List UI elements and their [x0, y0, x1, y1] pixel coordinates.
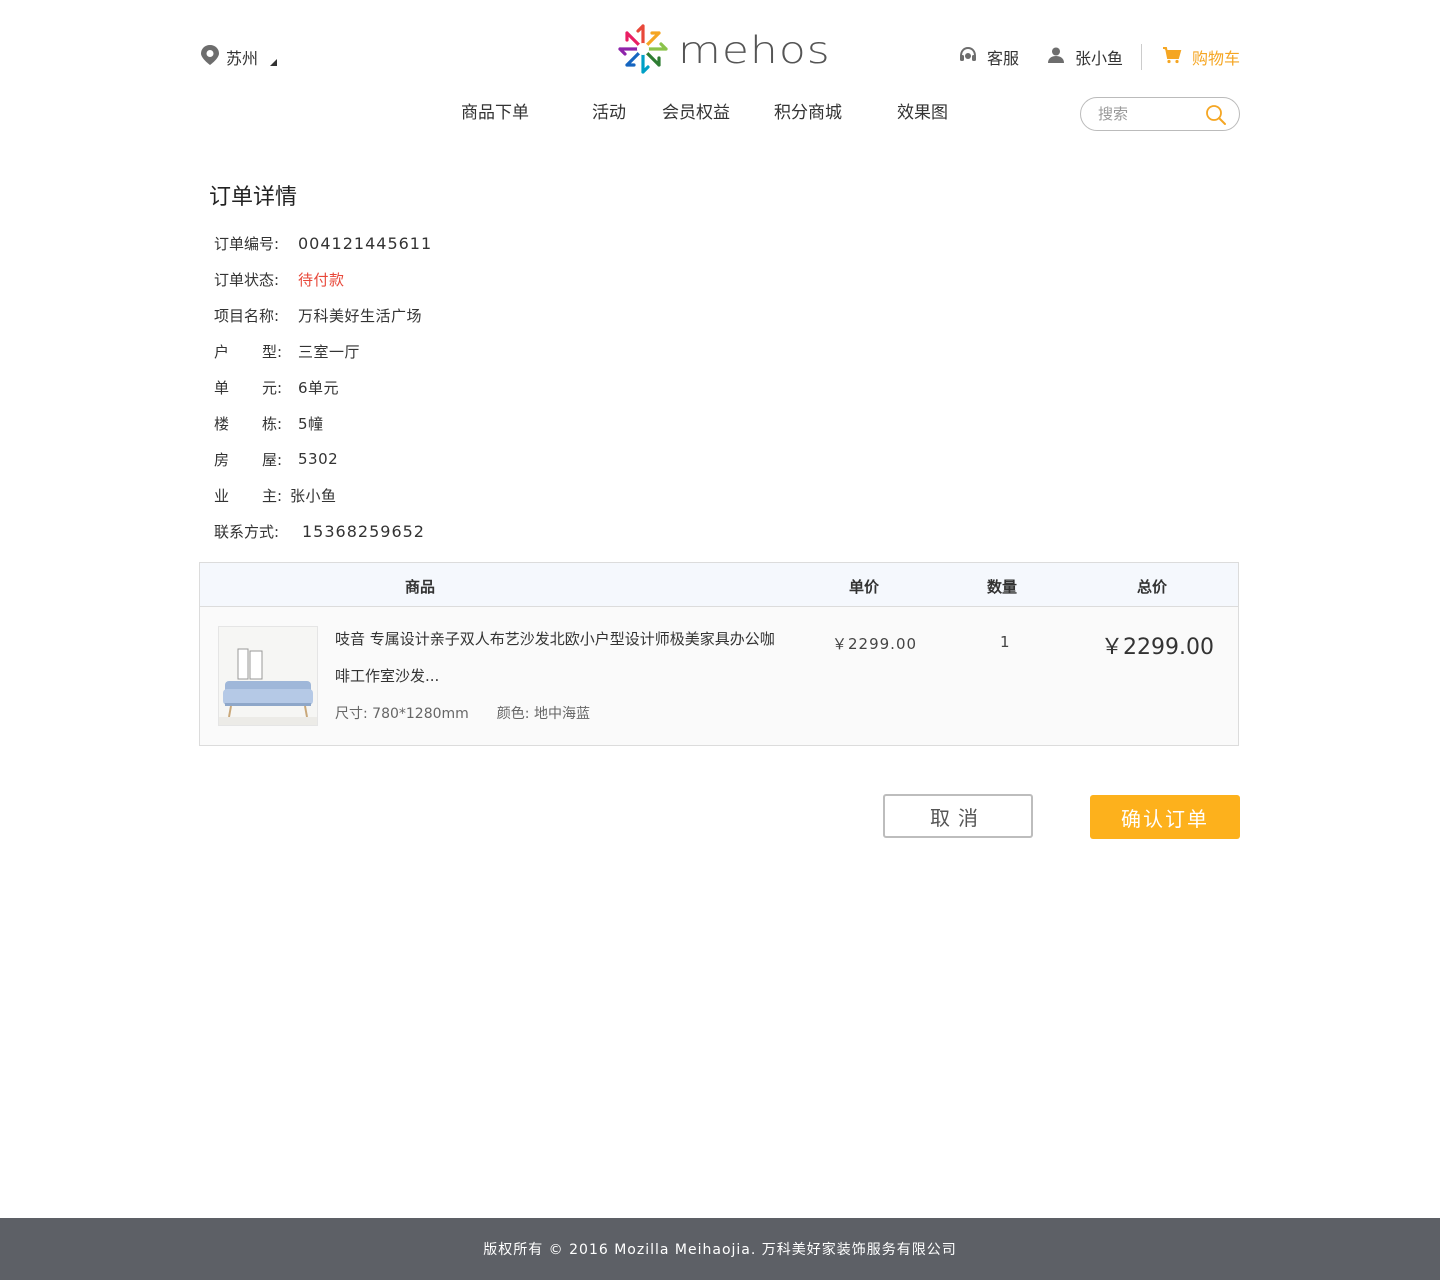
- order-number-value: 004121445611: [298, 233, 433, 253]
- order-status-value: 待付款: [298, 270, 345, 289]
- owner-label: 业主:: [214, 486, 282, 505]
- confirm-order-button[interactable]: 确认订单: [1090, 795, 1240, 839]
- order-status-row: 订单状态: 待付款: [214, 261, 432, 297]
- house-type-value: 三室一厅: [298, 342, 361, 361]
- nav-item-order[interactable]: 商品下单: [461, 98, 529, 123]
- nav-item-renderings[interactable]: 效果图: [897, 98, 948, 123]
- building-value: 5幢: [298, 414, 324, 433]
- cancel-button[interactable]: 取消: [883, 794, 1033, 838]
- caret-down-icon: [270, 58, 278, 66]
- order-detail-page: 苏州 mehos 客服 张小鱼 购物车 商品下单 活动 会员权益 积分商城 效果…: [0, 0, 1440, 1280]
- total-price: ￥2299.00: [1101, 635, 1214, 660]
- location-label: 苏州: [226, 49, 259, 68]
- customer-service-label: 客服: [986, 49, 1019, 68]
- project-name-row: 项目名称: 万科美好生活广场: [214, 297, 432, 333]
- header-product: 商品: [405, 578, 436, 596]
- owner-row: 业主: 张小鱼: [214, 477, 432, 513]
- headset-icon: [959, 46, 977, 68]
- unit-value: 6单元: [298, 378, 340, 397]
- room-label: 房屋:: [214, 450, 282, 469]
- contact-value: 15368259652: [302, 521, 425, 541]
- search-icon[interactable]: [1205, 104, 1227, 130]
- unit-row: 单元: 6单元: [214, 369, 432, 405]
- search-box: [1080, 97, 1240, 131]
- nav-item-points-mall[interactable]: 积分商城: [774, 98, 842, 123]
- user-icon: [1047, 46, 1065, 68]
- project-name-value: 万科美好生活广场: [298, 306, 423, 325]
- product-specs: 尺寸: 780*1280mm 颜色: 地中海蓝: [335, 703, 590, 723]
- shopping-cart-link[interactable]: 购物车: [1162, 45, 1240, 69]
- product-color: 颜色: 地中海蓝: [496, 706, 590, 722]
- top-right-links: 客服 张小鱼 购物车: [959, 44, 1240, 70]
- table-row: 吱音 专属设计亲子双人布艺沙发北欧小户型设计师极美家具办公咖啡工作室沙发... …: [200, 607, 1238, 745]
- contact-row: 联系方式: 15368259652: [214, 513, 432, 549]
- house-type-label: 户型:: [214, 342, 282, 361]
- customer-service-link[interactable]: 客服: [959, 45, 1019, 69]
- house-type-row: 户型: 三室一厅: [214, 333, 432, 369]
- copyright-text: 版权所有 © 2016 Mozilla Meihaojia. 万科美好家装饰服务…: [483, 1242, 957, 1258]
- unit-price: ￥2299.00: [832, 635, 918, 653]
- header-quantity: 数量: [987, 578, 1018, 596]
- quantity: 1: [1000, 633, 1010, 651]
- order-status-label: 订单状态:: [214, 270, 280, 289]
- table-header: 商品 单价 数量 总价: [200, 563, 1238, 607]
- location-pin-icon: [200, 44, 220, 70]
- order-info: 订单编号: 004121445611 订单状态: 待付款 项目名称: 万科美好生…: [214, 225, 432, 549]
- cart-icon: [1162, 46, 1182, 68]
- footer: 版权所有 © 2016 Mozilla Meihaojia. 万科美好家装饰服务…: [0, 1218, 1440, 1280]
- logo-burst-icon: [616, 22, 670, 80]
- building-row: 楼栋: 5幢: [214, 405, 432, 441]
- order-items-table: 商品 单价 数量 总价 吱音 专属设计亲子双人布艺沙发北欧小户型设计师极美家具办…: [199, 562, 1239, 746]
- product-name-link[interactable]: 吱音 专属设计亲子双人布艺沙发北欧小户型设计师极美家具办公咖啡工作室沙发...: [335, 621, 775, 695]
- header-total: 总价: [1137, 578, 1168, 596]
- user-name: 张小鱼: [1074, 49, 1123, 68]
- contact-label: 联系方式:: [214, 522, 280, 541]
- location-selector[interactable]: 苏州: [200, 44, 278, 70]
- logo-wordmark: mehos: [678, 28, 831, 73]
- project-name-label: 项目名称:: [214, 306, 280, 325]
- order-number-row: 订单编号: 004121445611: [214, 225, 432, 261]
- page-title: 订单详情: [209, 185, 298, 210]
- nav-item-member-benefits[interactable]: 会员权益: [662, 98, 730, 123]
- room-value: 5302: [298, 450, 339, 468]
- building-label: 楼栋:: [214, 414, 282, 433]
- search-input[interactable]: [1098, 105, 1198, 123]
- header-unit-price: 单价: [849, 578, 880, 596]
- product-image[interactable]: [218, 626, 318, 726]
- site-logo[interactable]: mehos: [616, 22, 831, 80]
- room-row: 房屋: 5302: [214, 441, 432, 477]
- owner-value: 张小鱼: [290, 486, 337, 505]
- unit-label: 单元:: [214, 378, 282, 397]
- header-divider: [1140, 44, 1142, 70]
- user-account-link[interactable]: 张小鱼: [1047, 45, 1123, 69]
- order-number-label: 订单编号:: [214, 234, 280, 253]
- product-size: 尺寸: 780*1280mm: [335, 706, 469, 722]
- cart-label: 购物车: [1191, 49, 1240, 68]
- nav-item-activities[interactable]: 活动: [592, 98, 626, 123]
